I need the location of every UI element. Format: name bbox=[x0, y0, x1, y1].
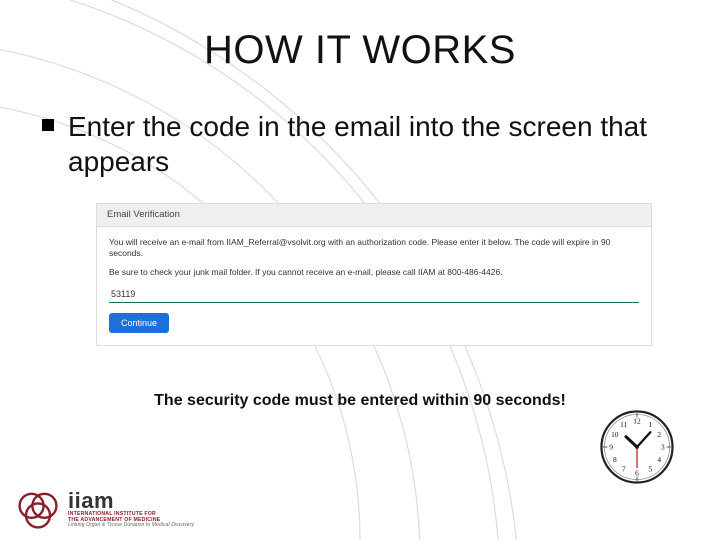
verification-code-input[interactable] bbox=[109, 286, 639, 303]
embed-instruction-2: Be sure to check your junk mail folder. … bbox=[109, 267, 639, 278]
embed-instruction-1: You will receive an e-mail from IIAM_Ref… bbox=[109, 237, 639, 259]
bullet-text: Enter the code in the email into the scr… bbox=[68, 109, 680, 179]
bullet-marker-icon bbox=[42, 119, 54, 131]
embedded-screenshot: Email Verification You will receive an e… bbox=[96, 203, 652, 346]
warning-caption: The security code must be entered within… bbox=[40, 392, 680, 410]
slide-title: HOW IT WORKS bbox=[40, 28, 680, 73]
bullet-item: Enter the code in the email into the scr… bbox=[40, 109, 680, 179]
embed-header: Email Verification bbox=[97, 204, 651, 227]
continue-button[interactable]: Continue bbox=[109, 313, 169, 333]
